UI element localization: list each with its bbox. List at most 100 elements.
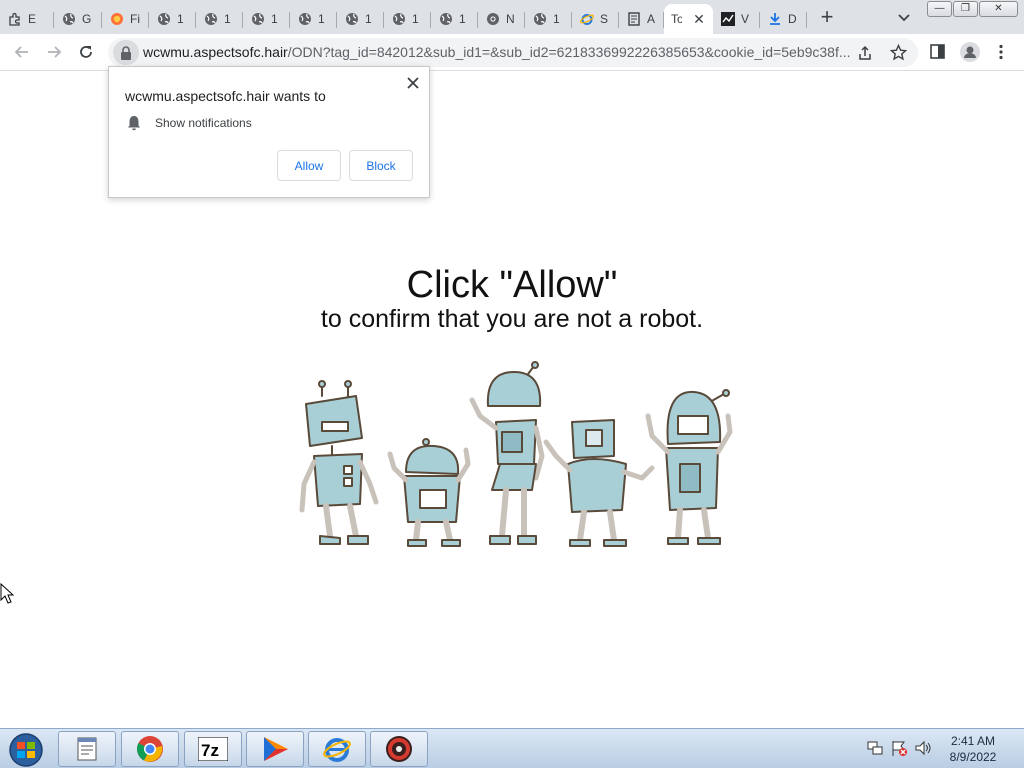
profile-avatar-icon[interactable] — [960, 42, 980, 62]
bell-icon — [128, 116, 140, 131]
permission-label: Show notifications — [155, 116, 252, 130]
side-panel-icon[interactable] — [930, 44, 945, 59]
close-window-button[interactable]: ✕ — [979, 1, 1018, 17]
tab-title: Fi — [130, 12, 140, 26]
robot-5 — [645, 389, 733, 545]
tab-title: 1 — [318, 12, 325, 26]
mouse-cursor-icon — [0, 583, 14, 604]
tab-title: 1 — [224, 12, 231, 26]
forward-arrow-icon — [48, 46, 62, 58]
tab-title: D — [788, 12, 797, 26]
back-button[interactable] — [11, 41, 33, 63]
tab[interactable]: 1 — [384, 4, 431, 34]
tab-active[interactable]: To ✕ — [664, 4, 713, 34]
globe-icon — [250, 12, 265, 27]
stock-icon — [720, 12, 735, 27]
notification-permission-popup: wcwmu.aspectsofc.hair wants to Show noti… — [108, 66, 430, 198]
popup-close-icon[interactable] — [405, 75, 421, 91]
forward-button[interactable] — [43, 41, 65, 63]
globe-icon — [203, 12, 218, 27]
tab[interactable]: 1 — [149, 4, 196, 34]
globe-icon — [344, 12, 359, 27]
globe-icon — [61, 12, 76, 27]
reload-button[interactable] — [75, 41, 97, 63]
ccleaner-icon — [386, 736, 412, 762]
globe-icon — [438, 12, 453, 27]
document-icon — [626, 12, 641, 27]
chrome-icon — [137, 736, 163, 762]
minimize-button[interactable]: — — [927, 1, 952, 17]
share-icon[interactable] — [857, 45, 873, 61]
tab[interactable]: S — [572, 4, 619, 34]
tab-close-icon[interactable]: ✕ — [691, 11, 707, 27]
taskbar-7zip[interactable]: 7z — [184, 731, 242, 767]
ie-icon — [579, 12, 594, 27]
new-tab-button[interactable]: + — [815, 6, 839, 30]
globe-icon — [156, 12, 171, 27]
back-arrow-icon — [14, 46, 28, 58]
tab[interactable]: 1 — [290, 4, 337, 34]
tab-title: E — [28, 12, 37, 26]
tab-title: 1 — [553, 12, 560, 26]
clock-date: 8/9/2022 — [949, 750, 997, 764]
chrome-icon — [485, 12, 500, 27]
start-button-icon[interactable] — [6, 732, 46, 768]
popup-title: wcwmu.aspectsofc.hair wants to — [125, 88, 326, 104]
globe-icon — [532, 12, 547, 27]
page-subline: to confirm that you are not a robot. — [320, 305, 704, 333]
tab[interactable]: D — [760, 4, 807, 34]
tab[interactable]: N — [478, 4, 525, 34]
tab[interactable]: V — [713, 4, 760, 34]
lock-icon[interactable] — [113, 40, 139, 65]
robot-4 — [543, 419, 655, 547]
7zip-icon: 7z — [198, 737, 228, 761]
tab[interactable]: 1 — [243, 4, 290, 34]
tab-separator — [806, 12, 807, 28]
bookmark-star-icon[interactable] — [890, 44, 907, 61]
notepad-icon — [77, 737, 97, 761]
tab-title: A — [647, 12, 656, 26]
address-bar[interactable]: wcwmu.aspectsofc.hair/ODN?tag_id=842012&… — [108, 38, 918, 67]
tab[interactable]: Fi — [102, 4, 149, 34]
maximize-button[interactable]: ❐ — [953, 1, 978, 17]
network-icon[interactable] — [866, 739, 884, 757]
url-path: /ODN?tag_id=842012&sub_id1=&sub_id2=6218… — [287, 44, 851, 60]
allow-button[interactable]: Allow — [277, 150, 341, 181]
action-center-flag-icon[interactable] — [890, 739, 908, 757]
tab-title: G — [82, 12, 92, 26]
system-clock[interactable]: 2:41 AM 8/9/2022 — [930, 733, 1016, 765]
url-host: wcwmu.aspectsofc.hair — [143, 44, 288, 60]
url-text[interactable]: wcwmu.aspectsofc.hair/ODN?tag_id=842012&… — [143, 44, 863, 60]
tab[interactable]: 1 — [431, 4, 478, 34]
robot-1 — [299, 380, 379, 545]
system-tray — [866, 739, 932, 757]
taskbar-ccleaner[interactable] — [370, 731, 428, 767]
tab[interactable]: 1 — [337, 4, 384, 34]
clock-time: 2:41 AM — [950, 734, 996, 748]
globe-icon — [297, 12, 312, 27]
tab-title: 1 — [412, 12, 419, 26]
tab-title: To — [671, 12, 682, 26]
tab-title: N — [506, 12, 515, 26]
windows-taskbar: 7z 2:41 AM 8/9/2022 — [0, 728, 1024, 768]
menu-kebab-icon[interactable] — [997, 44, 1005, 60]
taskbar-notepad[interactable] — [58, 731, 116, 767]
reload-icon — [80, 46, 92, 58]
robot-2 — [387, 438, 471, 547]
tab-search-icon[interactable] — [895, 9, 913, 27]
block-button[interactable]: Block — [349, 150, 413, 181]
tab[interactable]: G — [54, 4, 102, 34]
extension-icon — [7, 12, 22, 27]
taskbar-ie[interactable] — [308, 731, 366, 767]
tab-title: 1 — [459, 12, 466, 26]
tab[interactable]: A — [619, 4, 664, 34]
taskbar-chrome[interactable] — [121, 731, 179, 767]
globe-icon — [391, 12, 406, 27]
tab-title: S — [600, 12, 609, 26]
tab[interactable]: 1 — [525, 4, 572, 34]
tab-title: V — [741, 12, 750, 26]
taskbar-media-player[interactable] — [246, 731, 304, 767]
ie-icon — [323, 738, 351, 762]
tab[interactable]: E — [0, 4, 54, 34]
tab[interactable]: 1 — [196, 4, 243, 34]
